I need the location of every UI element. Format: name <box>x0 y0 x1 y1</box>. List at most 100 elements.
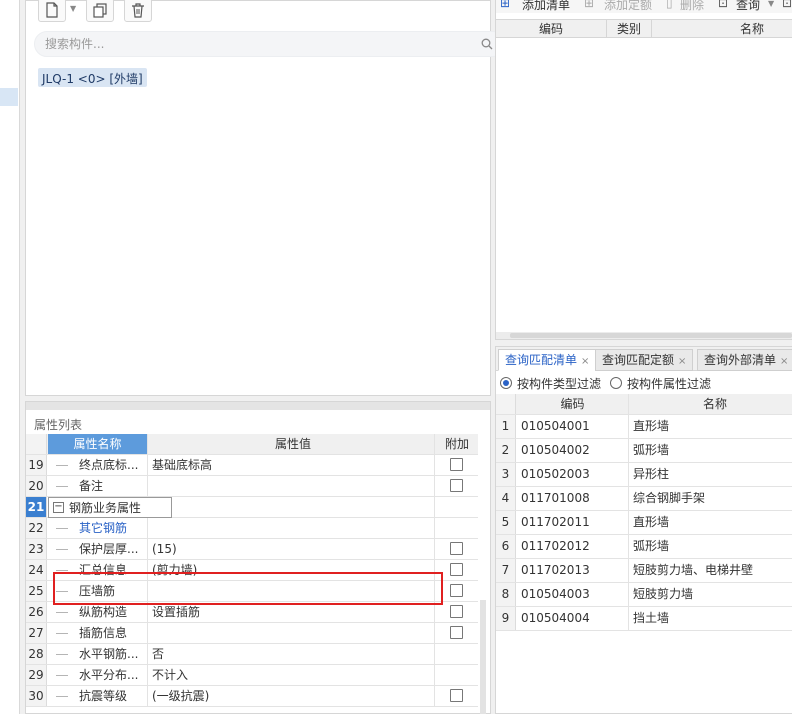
bill-name[interactable]: 挡土墙 <box>630 607 792 630</box>
query-row[interactable]: 2 010504002 弧形墙 <box>496 439 792 463</box>
bill-name[interactable]: 综合钢脚手架 <box>630 487 792 510</box>
query-row[interactable]: 3 010502003 异形柱 <box>496 463 792 487</box>
property-value[interactable]: (15) <box>149 539 435 559</box>
property-value[interactable]: 设置插筋 <box>149 602 435 622</box>
property-name-cell[interactable]: 其它钢筋 <box>48 518 148 538</box>
close-icon[interactable]: × <box>581 356 589 367</box>
chevron-down-icon[interactable]: ▼ <box>768 0 774 8</box>
property-name-cell[interactable]: 水平分布... <box>48 665 148 685</box>
add-quota-button[interactable]: 添加定额 <box>604 0 652 13</box>
search-input[interactable] <box>45 35 445 53</box>
bill-code[interactable]: 010504004 <box>517 607 629 630</box>
bill-code[interactable]: 011702011 <box>517 511 629 534</box>
more-icon[interactable]: ⊡ <box>782 0 792 10</box>
bill-name[interactable]: 异形柱 <box>630 463 792 486</box>
column-header-name[interactable]: 名称 <box>652 20 792 38</box>
bill-code[interactable]: 010504001 <box>517 415 629 438</box>
bill-name[interactable]: 短肢剪力墙、电梯井壁 <box>630 559 792 582</box>
property-value[interactable] <box>149 497 435 517</box>
property-value[interactable] <box>149 623 435 643</box>
scrollbar-thumb[interactable] <box>510 333 792 338</box>
bill-name[interactable]: 弧形墙 <box>630 439 792 462</box>
query-row[interactable]: 5 011702011 直形墙 <box>496 511 792 535</box>
property-value[interactable]: 否 <box>149 644 435 664</box>
add-bill-button[interactable]: 添加清单 <box>522 0 570 13</box>
property-name-cell[interactable]: 备注 <box>48 476 148 496</box>
left-strip-selection[interactable] <box>0 88 18 106</box>
bill-name[interactable]: 直形墙 <box>630 511 792 534</box>
property-name-cell[interactable]: 水平钢筋... <box>48 644 148 664</box>
property-row[interactable]: 29 水平分布... 不计入 <box>26 665 478 686</box>
tab-query-2[interactable]: 查询匹配定额 × <box>595 349 694 371</box>
filter-by-attr-radio[interactable] <box>610 377 622 389</box>
bill-name[interactable]: 短肢剪力墙 <box>630 583 792 606</box>
search-icon[interactable] <box>481 38 493 50</box>
component-item[interactable]: JLQ-1 <0> [外墙] <box>38 68 147 87</box>
property-scrollbar[interactable] <box>480 600 486 714</box>
add-checkbox[interactable] <box>450 626 463 639</box>
delete-button[interactable]: 删除 <box>680 0 704 13</box>
bill-code[interactable]: 010502003 <box>517 463 629 486</box>
property-name-cell[interactable]: 保护层厚... <box>48 539 148 559</box>
add-checkbox[interactable] <box>450 479 463 492</box>
close-icon[interactable]: × <box>678 356 686 367</box>
property-value[interactable] <box>149 476 435 496</box>
column-header-add[interactable]: 附加 <box>436 434 478 454</box>
column-header-category[interactable]: 类别 <box>607 20 652 38</box>
query-row[interactable]: 6 011702012 弧形墙 <box>496 535 792 559</box>
property-value[interactable]: 不计入 <box>149 665 435 685</box>
property-row[interactable]: 23 保护层厚... (15) <box>26 539 478 560</box>
query-row[interactable]: 9 010504004 挡土墙 <box>496 607 792 631</box>
property-value[interactable]: 基础底标高 <box>149 455 435 475</box>
add-checkbox[interactable] <box>450 458 463 471</box>
bill-code[interactable]: 011702012 <box>517 535 629 558</box>
add-checkbox[interactable] <box>450 605 463 618</box>
query-row[interactable]: 8 010504003 短肢剪力墙 <box>496 583 792 607</box>
bill-code[interactable]: 010504003 <box>517 583 629 606</box>
bill-code[interactable]: 011702013 <box>517 559 629 582</box>
property-value[interactable]: (一级抗震) <box>149 686 435 706</box>
bill-name[interactable]: 弧形墙 <box>630 535 792 558</box>
collapse-icon[interactable]: − <box>53 502 64 513</box>
bill-horizontal-scrollbar[interactable] <box>496 332 792 339</box>
tab-query-3[interactable]: 查询外部清单 × <box>697 349 792 371</box>
column-header-name[interactable]: 名称 <box>630 394 792 414</box>
add-checkbox[interactable] <box>450 584 463 597</box>
column-header-value[interactable]: 属性值 <box>149 434 435 454</box>
add-checkbox[interactable] <box>450 689 463 702</box>
property-name-cell[interactable]: 抗震等级 <box>48 686 148 706</box>
property-row[interactable]: 28 水平钢筋... 否 <box>26 644 478 665</box>
bill-code[interactable]: 011701008 <box>517 487 629 510</box>
property-link[interactable]: 其它钢筋 <box>79 518 127 538</box>
tab-query-1[interactable]: 查询匹配清单 × <box>498 349 597 371</box>
property-row[interactable]: 20 备注 <box>26 476 478 497</box>
copy-component-button[interactable] <box>86 0 114 22</box>
property-row[interactable]: 22 其它钢筋 <box>26 518 478 539</box>
property-row[interactable]: 19 终点底标... 基础底标高 <box>26 455 478 476</box>
bill-code[interactable]: 010504002 <box>517 439 629 462</box>
bill-name[interactable]: 直形墙 <box>630 415 792 438</box>
filter-by-attr-label[interactable]: 按构件属性过滤 <box>627 375 711 392</box>
query-row[interactable]: 7 011702013 短肢剪力墙、电梯井壁 <box>496 559 792 583</box>
property-name-cell[interactable]: 终点底标... <box>48 455 148 475</box>
column-header-name[interactable]: 属性名称 <box>48 434 148 454</box>
panel-splitter[interactable] <box>26 402 490 410</box>
add-checkbox[interactable] <box>450 563 463 576</box>
column-header-code[interactable]: 编码 <box>496 20 607 38</box>
column-header-code[interactable]: 编码 <box>517 394 629 414</box>
property-name-cell[interactable]: 纵筋构造 <box>48 602 148 622</box>
new-component-button[interactable] <box>38 0 66 22</box>
property-value[interactable] <box>149 518 435 538</box>
filter-by-type-radio[interactable] <box>500 377 512 389</box>
property-row[interactable]: 26 纵筋构造 设置插筋 <box>26 602 478 623</box>
property-name-cell[interactable]: 插筋信息 <box>48 623 148 643</box>
property-row[interactable]: 21− 钢筋业务属性 <box>26 497 478 518</box>
property-row[interactable]: 30 抗震等级 (一级抗震) <box>26 686 478 707</box>
property-row[interactable]: 27 插筋信息 <box>26 623 478 644</box>
chevron-down-icon[interactable]: ▼ <box>70 4 76 13</box>
query-row[interactable]: 1 010504001 直形墙 <box>496 415 792 439</box>
query-button[interactable]: 查询 <box>736 0 760 13</box>
close-icon[interactable]: × <box>780 356 788 367</box>
query-row[interactable]: 4 011701008 综合钢脚手架 <box>496 487 792 511</box>
filter-by-type-label[interactable]: 按构件类型过滤 <box>517 375 601 392</box>
